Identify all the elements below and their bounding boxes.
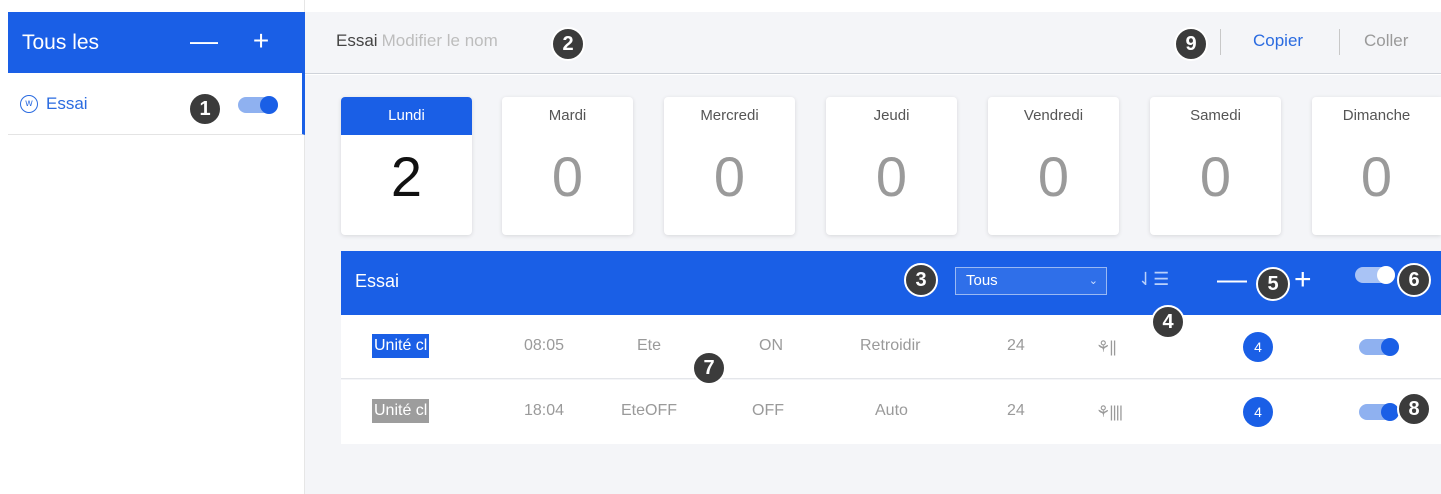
row-mode: Retroidir bbox=[860, 337, 921, 354]
table-row[interactable]: Unité cl 18:04 EteOFF OFF Auto 24 ⚘|||| … bbox=[341, 380, 1441, 444]
row-season: EteOFF bbox=[621, 402, 678, 419]
row-temp: 24 bbox=[1007, 402, 1025, 419]
remove-group-button[interactable]: — bbox=[190, 26, 218, 58]
day-name: Vendredi bbox=[1023, 107, 1084, 124]
sidebar-item-toggle[interactable] bbox=[238, 96, 278, 114]
wifi-circle-icon: w bbox=[20, 94, 38, 113]
remove-program-button[interactable]: — bbox=[1217, 263, 1247, 297]
row-toggle[interactable] bbox=[1359, 338, 1399, 356]
annotation-badge: 9 bbox=[1174, 27, 1208, 61]
copy-button[interactable]: Copier bbox=[1253, 31, 1303, 51]
day-card-vendredi[interactable]: Vendredi 0 bbox=[988, 97, 1119, 235]
day-card-lundi[interactable]: Lundi 2 bbox=[341, 97, 472, 235]
toggle-knob bbox=[1377, 266, 1395, 284]
annotation-badge: 7 bbox=[692, 351, 726, 385]
row-power: ON bbox=[759, 337, 783, 354]
day-card-samedi[interactable]: Samedi 0 bbox=[1150, 97, 1281, 235]
unit-chip: Unité cl bbox=[372, 399, 430, 423]
annotation-badge: 5 bbox=[1256, 267, 1290, 301]
fan-speed-icon: ⚘|| bbox=[1096, 339, 1117, 356]
toggle-knob bbox=[1381, 338, 1399, 356]
annotation-badge: 4 bbox=[1151, 305, 1185, 339]
day-count: 2 bbox=[390, 145, 423, 208]
filter-select[interactable]: Tous ⌄ bbox=[955, 267, 1107, 295]
paste-button[interactable]: Coller bbox=[1364, 31, 1408, 51]
program-title: Essai bbox=[355, 271, 400, 291]
sidebar-header: Tous les — + bbox=[8, 12, 305, 73]
count-pill: 4 bbox=[1243, 332, 1273, 362]
day-name: Samedi bbox=[1190, 107, 1241, 124]
day-card-mardi[interactable]: Mardi 0 bbox=[502, 97, 633, 235]
day-count: 0 bbox=[875, 145, 908, 208]
schedule-toolbar: Essai Modifier le nom Copier Coller bbox=[305, 12, 1441, 74]
row-time: 18:04 bbox=[524, 402, 565, 419]
toggle-knob bbox=[260, 96, 278, 114]
count-pill: 4 bbox=[1243, 397, 1273, 427]
row-temp: 24 bbox=[1007, 337, 1025, 354]
filter-value: Tous bbox=[966, 272, 998, 289]
add-program-button[interactable]: + bbox=[1294, 263, 1312, 297]
day-count: 0 bbox=[1360, 145, 1393, 208]
sidebar: Tous les — + w Essai bbox=[0, 0, 305, 494]
row-toggle[interactable] bbox=[1359, 403, 1399, 421]
row-time: 08:05 bbox=[524, 337, 565, 354]
day-count: 0 bbox=[713, 145, 746, 208]
day-card-jeudi[interactable]: Jeudi 0 bbox=[826, 97, 957, 235]
unit-chip: Unité cl bbox=[372, 334, 430, 358]
chevron-down-icon: ⌄ bbox=[1088, 275, 1098, 287]
day-name: Mercredi bbox=[700, 107, 759, 124]
sort-icon[interactable]: ⇃☰ bbox=[1138, 269, 1169, 297]
table-row[interactable]: Unité cl 08:05 Ete ON Retroidir 24 ⚘|| 4 bbox=[341, 315, 1441, 379]
day-count: 0 bbox=[551, 145, 584, 208]
day-name: Mardi bbox=[548, 107, 587, 124]
day-name: Jeudi bbox=[873, 107, 910, 124]
annotation-badge: 8 bbox=[1397, 392, 1431, 426]
program-toggle[interactable] bbox=[1355, 266, 1395, 284]
day-count: 0 bbox=[1199, 145, 1232, 208]
annotation-badge: 1 bbox=[188, 92, 222, 126]
rename-link[interactable]: Modifier le nom bbox=[382, 31, 498, 50]
annotation-badge: 6 bbox=[1397, 263, 1431, 297]
row-power: OFF bbox=[752, 402, 784, 419]
annotation-badge: 3 bbox=[904, 263, 938, 297]
schedule-name-text: Essai bbox=[336, 31, 378, 50]
sidebar-item-label: Essai bbox=[46, 93, 88, 113]
day-count: 0 bbox=[1037, 145, 1070, 208]
day-name: Dimanche bbox=[1342, 107, 1411, 124]
annotation-badge: 2 bbox=[551, 27, 585, 61]
schedule-name: Essai Modifier le nom bbox=[336, 31, 498, 51]
day-card-mercredi[interactable]: Mercredi 0 bbox=[664, 97, 795, 235]
divider bbox=[1339, 29, 1340, 55]
day-name: Lundi bbox=[341, 97, 472, 135]
day-card-dimanche[interactable]: Dimanche 0 bbox=[1312, 97, 1441, 235]
divider bbox=[1220, 29, 1221, 55]
row-season: Ete bbox=[637, 337, 662, 354]
add-group-button[interactable]: + bbox=[248, 26, 274, 58]
fan-speed-icon: ⚘|||| bbox=[1096, 404, 1123, 421]
row-mode: Auto bbox=[875, 402, 908, 419]
